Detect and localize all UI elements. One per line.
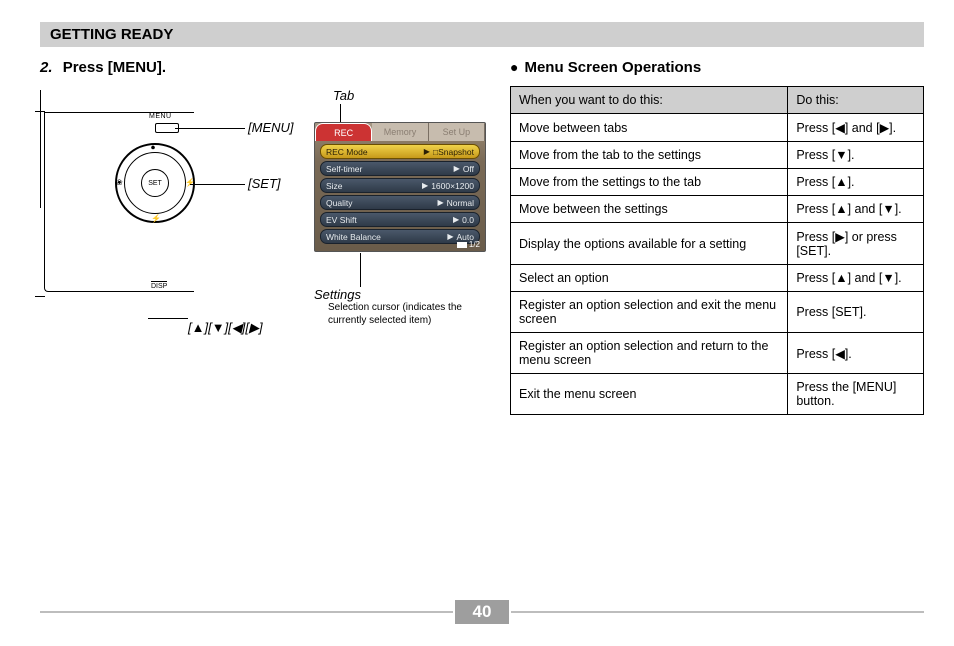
ops-do-cell: Press [SET]. <box>788 292 924 333</box>
table-row: Move between the settingsPress [▲] and [… <box>511 196 924 223</box>
menu-setting-row: Quality▶ Normal <box>320 195 480 210</box>
menu-setting-row: REC Mode▶□Snapshot <box>320 144 480 159</box>
setting-key: EV Shift <box>326 215 450 225</box>
step-text: Press [MENU]. <box>63 59 166 76</box>
table-row: Move from the settings to the tabPress [… <box>511 169 924 196</box>
footer-line-left <box>40 611 453 613</box>
ops-do-cell: Press [▲]. <box>788 169 924 196</box>
ops-do-cell: Press [◀] and [▶]. <box>788 114 924 142</box>
ops-when-cell: Register an option selection and exit th… <box>511 292 788 333</box>
menu-page-indicator: 1/2 <box>469 240 480 249</box>
setting-arrow-icon: ▶ <box>454 164 460 173</box>
setting-value: Normal <box>447 198 474 208</box>
table-row: Register an option selection and return … <box>511 333 924 374</box>
setting-key: Self-timer <box>326 164 451 174</box>
label-tab: Tab <box>333 88 354 103</box>
menu-button-tiny-label: MENU <box>149 113 172 120</box>
ops-when-cell: Move from the tab to the settings <box>511 142 788 169</box>
menu-tab: Set Up <box>429 123 485 141</box>
label-set: [SET] <box>248 176 281 191</box>
table-header-do: Do this: <box>788 87 924 114</box>
dial-left-icon: ❀ <box>116 178 123 187</box>
label-settings: Settings <box>314 287 361 302</box>
tabs-row: RECMemorySet Up <box>315 123 485 141</box>
control-dial: SET ⏺ ⚡ ⚡ ❀ <box>115 143 195 223</box>
ops-title: ● Menu Screen Operations <box>510 59 924 76</box>
setting-value: 0.0 <box>462 215 474 225</box>
setting-arrow-icon: ▶ <box>447 232 453 241</box>
setting-arrow-icon: ▶ <box>453 215 459 224</box>
right-column: ● Menu Screen Operations When you want to… <box>510 59 924 415</box>
leader-line-keys-h <box>148 318 188 319</box>
settings-list: REC Mode▶□SnapshotSelf-timer▶OffSize▶160… <box>315 141 485 248</box>
operations-table: When you want to do this: Do this: Move … <box>510 86 924 415</box>
ops-when-cell: Move between the settings <box>511 196 788 223</box>
ops-when-cell: Register an option selection and return … <box>511 333 788 374</box>
page-icon <box>457 242 467 248</box>
ops-when-cell: Move from the settings to the tab <box>511 169 788 196</box>
setting-arrow-icon: ▶ <box>437 198 443 207</box>
setting-value: 1600×1200 <box>431 181 474 191</box>
page-footer: 40 <box>40 600 924 624</box>
diagram-area: MENU SET ⏺ ⚡ ⚡ ❀ DISP [MENU] [SET] [▲][▼… <box>40 90 480 370</box>
menu-tab: Memory <box>372 123 428 141</box>
ops-when-cell: Select an option <box>511 265 788 292</box>
ops-do-cell: Press [◀]. <box>788 333 924 374</box>
menu-footer: 1/2 <box>457 240 480 249</box>
step-line: 2. Press [MENU]. <box>40 59 480 76</box>
leader-line-tab <box>340 104 341 122</box>
menu-setting-row: Self-timer▶Off <box>320 161 480 176</box>
footer-line-right <box>511 611 924 613</box>
setting-key: White Balance <box>326 232 444 242</box>
ops-do-cell: Press [▼]. <box>788 142 924 169</box>
menu-setting-row: EV Shift▶0.0 <box>320 212 480 227</box>
menu-tab: REC <box>315 123 372 141</box>
leader-line-set <box>190 184 245 185</box>
label-menu: [MENU] <box>248 120 294 135</box>
camera-back-outline: MENU SET ⏺ ⚡ ⚡ ❀ DISP <box>44 112 194 292</box>
table-row: Exit the menu screenPress the [MENU] but… <box>511 374 924 415</box>
table-row: Move from the tab to the settingsPress [… <box>511 142 924 169</box>
setting-value: Off <box>463 164 474 174</box>
ops-when-cell: Display the options available for a sett… <box>511 223 788 265</box>
disp-button-tiny-label: DISP <box>151 281 167 290</box>
page-number: 40 <box>455 600 510 624</box>
table-row: Display the options available for a sett… <box>511 223 924 265</box>
set-button-icon: SET <box>141 169 169 197</box>
leader-line-menu <box>175 128 245 129</box>
label-arrow-keys: [▲][▼][◀][▶] <box>188 320 263 336</box>
ops-when-cell: Move between tabs <box>511 114 788 142</box>
dial-right-icon: ⚡ <box>185 178 195 187</box>
leader-line-settings <box>360 253 361 287</box>
section-header: GETTING READY <box>40 22 924 47</box>
ops-when-cell: Exit the menu screen <box>511 374 788 415</box>
ops-do-cell: Press the [MENU] button. <box>788 374 924 415</box>
setting-arrow-icon: ▶ <box>424 147 430 156</box>
left-column: 2. Press [MENU]. MENU SET ⏺ ⚡ ⚡ ❀ DISP [… <box>40 59 480 415</box>
step-number: 2. <box>40 59 53 76</box>
ops-do-cell: Press [▲] and [▼]. <box>788 265 924 292</box>
table-row: Select an optionPress [▲] and [▼]. <box>511 265 924 292</box>
page-columns: 2. Press [MENU]. MENU SET ⏺ ⚡ ⚡ ❀ DISP [… <box>40 59 924 415</box>
ops-do-cell: Press [▶] or press [SET]. <box>788 223 924 265</box>
dial-top-icon: ⏺ <box>151 143 155 153</box>
setting-arrow-icon: ▶ <box>422 181 428 190</box>
setting-key: Size <box>326 181 419 191</box>
table-header-row: When you want to do this: Do this: <box>511 87 924 114</box>
table-row: Move between tabsPress [◀] and [▶]. <box>511 114 924 142</box>
ops-do-cell: Press [▲] and [▼]. <box>788 196 924 223</box>
menu-setting-row: Size▶1600×1200 <box>320 178 480 193</box>
table-row: Register an option selection and exit th… <box>511 292 924 333</box>
cursor-note: Selection cursor (indicates the currentl… <box>328 302 488 327</box>
table-header-when: When you want to do this: <box>511 87 788 114</box>
setting-value: □Snapshot <box>433 147 474 157</box>
menu-screen: RECMemorySet Up REC Mode▶□SnapshotSelf-t… <box>314 122 486 252</box>
setting-key: Quality <box>326 198 434 208</box>
bullet-icon: ● <box>510 59 518 75</box>
setting-key: REC Mode <box>326 147 421 157</box>
ops-title-text: Menu Screen Operations <box>524 59 701 76</box>
dial-bottom-icon: ⚡ <box>151 214 161 223</box>
